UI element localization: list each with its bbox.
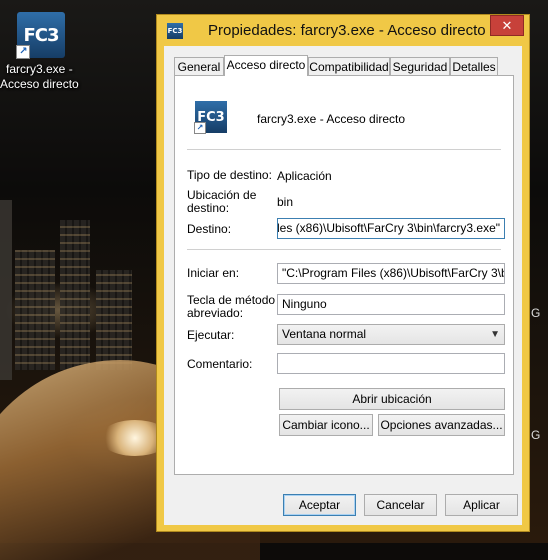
desktop-edge-text: G bbox=[531, 428, 541, 442]
divider bbox=[187, 249, 501, 250]
comment-label: Comentario: bbox=[187, 357, 253, 371]
cancel-button[interactable]: Cancelar bbox=[364, 494, 437, 516]
farcry3-icon: FC3 ↗ bbox=[16, 12, 65, 59]
desktop-icon-label: farcry3.exe - Acceso directo bbox=[0, 62, 79, 91]
open-location-button[interactable]: Abrir ubicación bbox=[279, 388, 505, 410]
properties-dialog: FC3 Propiedades: farcry3.exe - Acceso di… bbox=[156, 14, 530, 532]
shortcut-name: farcry3.exe - Acceso directo bbox=[257, 112, 406, 126]
target-location-value: bin bbox=[277, 195, 294, 209]
shortcut-panel: FC3 ↗ farcry3.exe - Acceso directo Tipo … bbox=[174, 75, 514, 475]
shortcut-arrow-icon: ↗ bbox=[194, 122, 206, 134]
app-icon: FC3 bbox=[167, 23, 183, 39]
target-type-value: Aplicación bbox=[277, 169, 332, 183]
shortcut-arrow-icon: ↗ bbox=[16, 45, 30, 59]
run-select[interactable]: Ventana normal ▼ bbox=[277, 324, 505, 345]
advanced-options-button[interactable]: Opciones avanzadas... bbox=[378, 414, 505, 436]
hotkey-field[interactable]: Ninguno bbox=[277, 294, 505, 315]
tab-security[interactable]: Seguridad bbox=[390, 57, 450, 75]
chevron-down-icon: ▼ bbox=[490, 329, 500, 340]
close-button[interactable]: ✕ bbox=[490, 15, 524, 36]
tab-shortcut[interactable]: Acceso directo bbox=[224, 55, 308, 76]
title-bar[interactable]: FC3 Propiedades: farcry3.exe - Acceso di… bbox=[157, 15, 529, 47]
divider bbox=[187, 149, 501, 150]
run-label: Ejecutar: bbox=[187, 328, 235, 342]
tab-general[interactable]: General bbox=[174, 57, 224, 75]
target-field[interactable]: "C:\Program Files (x86)\Ubisoft\FarCry 3… bbox=[277, 218, 505, 239]
dialog-client: General Acceso directo Compatibilidad Se… bbox=[164, 46, 522, 525]
target-location-label: Ubicación de destino: bbox=[187, 188, 257, 215]
window-title: Propiedades: farcry3.exe - Acceso direct… bbox=[208, 22, 486, 39]
farcry3-icon: FC3 ↗ bbox=[194, 101, 227, 134]
tab-compatibility[interactable]: Compatibilidad bbox=[308, 57, 390, 75]
desktop-shortcut-farcry3[interactable]: FC3 ↗ farcry3.exe - Acceso directo bbox=[0, 10, 82, 91]
target-type-label: Tipo de destino: bbox=[187, 168, 272, 182]
desktop-edge-text: G bbox=[531, 306, 541, 320]
apply-button[interactable]: Aplicar bbox=[445, 494, 518, 516]
start-in-label: Iniciar en: bbox=[187, 266, 240, 280]
target-label: Destino: bbox=[187, 222, 232, 236]
comment-field[interactable] bbox=[277, 353, 505, 374]
start-in-field[interactable]: "C:\Program Files (x86)\Ubisoft\FarCry 3… bbox=[277, 263, 505, 284]
ok-button[interactable]: Aceptar bbox=[283, 494, 356, 516]
hotkey-label: Tecla de método abreviado: bbox=[187, 293, 276, 320]
tab-details[interactable]: Detalles bbox=[450, 57, 498, 75]
change-icon-button[interactable]: Cambiar icono... bbox=[279, 414, 373, 436]
